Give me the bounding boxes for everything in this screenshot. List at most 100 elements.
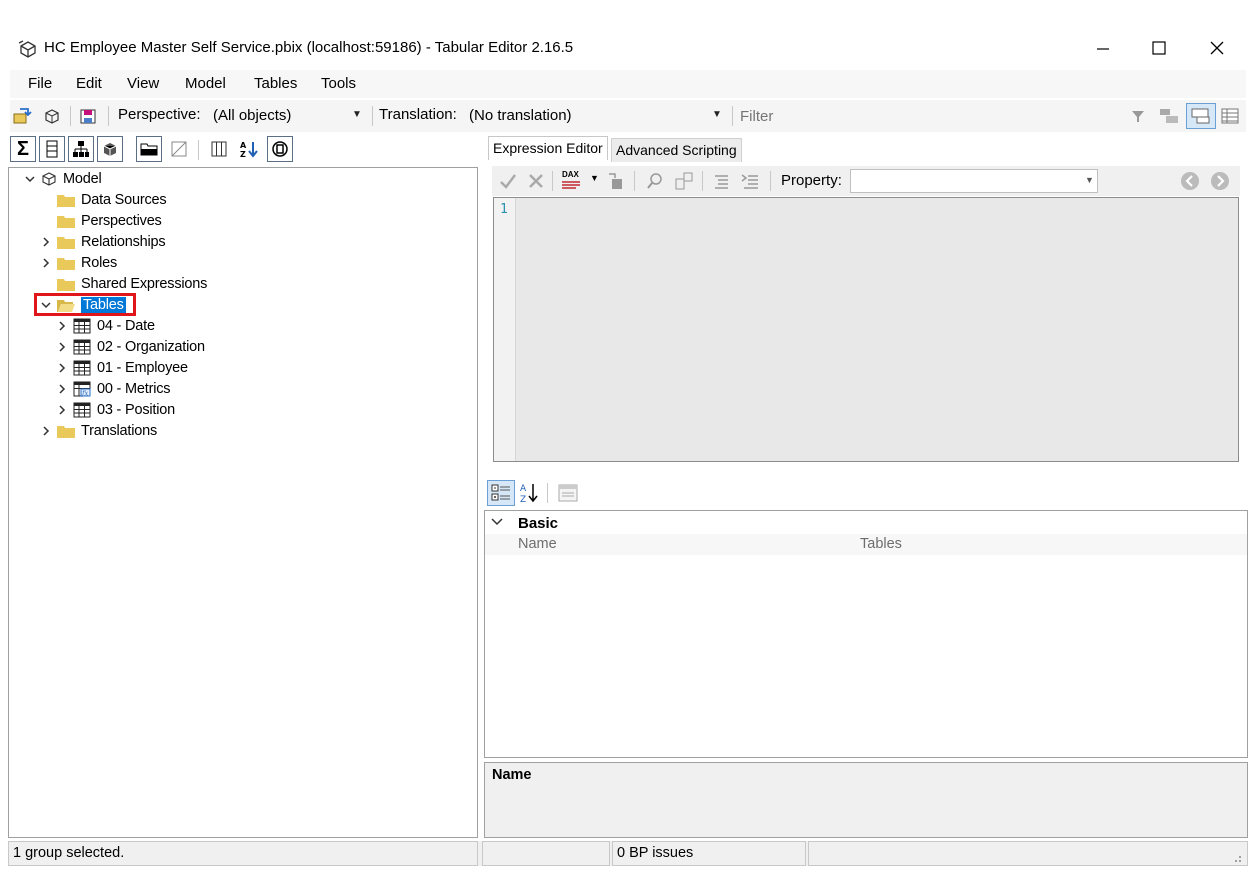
show-tree-icon[interactable] — [1158, 107, 1180, 125]
chevron-right-icon[interactable] — [55, 361, 69, 375]
hidden-objects-icon — [171, 141, 187, 157]
dax-format-button[interactable]: DAX — [560, 170, 586, 192]
folder-icon — [57, 256, 75, 270]
chevron-down-icon[interactable] — [23, 172, 37, 186]
maximize-button[interactable] — [1130, 28, 1188, 68]
svg-text:Z: Z — [520, 495, 526, 504]
chevron-right-icon[interactable] — [39, 424, 53, 438]
perspective-value: (All objects) — [213, 107, 292, 124]
tree-node-perspectives[interactable]: Perspectives — [39, 210, 162, 231]
expression-editor[interactable]: 1 — [493, 197, 1239, 462]
table-icon — [73, 402, 91, 418]
tree-label: 01 - Employee — [97, 359, 188, 376]
model-tree[interactable]: Model Data Sources Perspectives Relation… — [8, 167, 478, 838]
find-icon[interactable] — [646, 172, 664, 190]
menu-edit[interactable]: Edit — [76, 75, 102, 92]
save-model-icon[interactable] — [78, 106, 98, 126]
main-toolbar: Perspective: (All objects) ▼ Translation… — [10, 100, 1246, 132]
deploy-model-icon[interactable] — [42, 106, 62, 126]
menu-view[interactable]: View — [127, 75, 159, 92]
chevron-right-icon[interactable] — [39, 235, 53, 249]
sort-az-icon: AZ — [520, 484, 538, 504]
sort-icon: AZ — [240, 141, 258, 158]
table-icon — [73, 318, 91, 334]
chevron-right-icon[interactable] — [55, 403, 69, 417]
accept-icon[interactable] — [498, 171, 518, 191]
status-bp-issues[interactable]: 0 BP issues — [612, 841, 806, 866]
tree-node-translations[interactable]: Translations — [39, 420, 157, 441]
replace-icon[interactable] — [674, 171, 694, 191]
property-select[interactable]: ▼ — [850, 169, 1098, 193]
tree-label: 00 - Metrics — [97, 380, 171, 397]
filter-input[interactable] — [736, 103, 1116, 129]
indent-icon[interactable] — [606, 171, 624, 191]
show-hierarchies-button[interactable] — [68, 136, 94, 162]
tree-label: Perspectives — [81, 212, 162, 229]
columns-icon — [211, 141, 227, 157]
uncomment-icon[interactable] — [740, 172, 760, 190]
sort-az-button[interactable]: AZ — [236, 136, 262, 162]
show-hidden-button[interactable] — [166, 136, 192, 162]
tab-advanced-scripting[interactable]: Advanced Scripting — [611, 138, 742, 162]
tree-node-shared-expressions[interactable]: Shared Expressions — [39, 273, 207, 294]
perspective-select[interactable]: (All objects) ▼ — [210, 103, 368, 129]
tree-node-roles[interactable]: Roles — [39, 252, 117, 273]
minimize-icon — [1097, 48, 1109, 50]
sort-alphabetical-button[interactable]: AZ — [519, 482, 541, 504]
tree-label: 04 - Date — [97, 317, 155, 334]
tab-expression-editor[interactable]: Expression Editor — [488, 136, 608, 160]
load-model-icon[interactable] — [12, 106, 32, 126]
column-icon — [46, 140, 58, 158]
filter-icon[interactable] — [1130, 108, 1146, 124]
menu-model[interactable]: Model — [185, 75, 226, 92]
folder-icon — [57, 277, 75, 291]
show-info-columns-button[interactable] — [267, 136, 293, 162]
forward-icon[interactable] — [1210, 171, 1230, 191]
chevron-down-icon[interactable] — [491, 516, 503, 528]
menu-tools[interactable]: Tools — [321, 75, 356, 92]
show-measures-button[interactable]: Σ — [10, 136, 36, 162]
tree-toolbar: Σ AZ — [8, 134, 478, 166]
resize-grip-icon[interactable] — [1230, 851, 1242, 863]
tree-node-table-organization[interactable]: 02 - Organization — [55, 336, 205, 357]
tree-node-table-position[interactable]: 03 - Position — [55, 399, 175, 420]
tree-node-relationships[interactable]: Relationships — [39, 231, 166, 252]
comment-icon[interactable] — [712, 172, 730, 190]
tree-node-table-employee[interactable]: 01 - Employee — [55, 357, 188, 378]
show-partitions-button[interactable] — [97, 136, 123, 162]
view-mode-toggle[interactable] — [1186, 103, 1216, 129]
show-columns-button[interactable] — [39, 136, 65, 162]
minimize-button[interactable] — [1074, 28, 1132, 68]
status-info — [808, 841, 1248, 866]
close-button[interactable] — [1188, 28, 1246, 68]
chevron-right-icon[interactable] — [55, 340, 69, 354]
tree-node-table-metrics[interactable]: fx 00 - Metrics — [55, 378, 171, 399]
chevron-right-icon[interactable] — [55, 382, 69, 396]
tree-node-model[interactable]: Model — [23, 168, 102, 189]
category-basic[interactable]: Basic — [485, 513, 1247, 534]
property-grid[interactable]: Basic Name Tables — [484, 510, 1248, 758]
description-title: Name — [492, 767, 532, 783]
tree-node-table-date[interactable]: 04 - Date — [55, 315, 155, 336]
property-row[interactable]: Name Tables — [485, 534, 1247, 555]
back-icon[interactable] — [1180, 171, 1200, 191]
chevron-right-icon[interactable] — [39, 256, 53, 270]
title-bar: HC Employee Master Self Service.pbix (lo… — [0, 28, 1256, 68]
display-folders-button[interactable] — [136, 136, 162, 162]
property-value: Tables — [860, 536, 902, 552]
expression-toolbar: DAX ▼ Property: ▼ — [492, 166, 1240, 196]
column-view-button[interactable] — [206, 136, 232, 162]
menu-tables[interactable]: Tables — [254, 75, 297, 92]
folder-icon — [57, 193, 75, 207]
property-pages-icon[interactable] — [557, 483, 579, 503]
property-name: Name — [518, 536, 557, 552]
menu-bar: File Edit View Model Tables Tools — [10, 70, 1246, 98]
tree-node-data-sources[interactable]: Data Sources — [39, 189, 167, 210]
cancel-icon[interactable] — [526, 171, 546, 191]
translation-select[interactable]: (No translation) ▼ — [466, 103, 726, 129]
categorized-button[interactable] — [487, 480, 515, 506]
chevron-right-icon[interactable] — [55, 319, 69, 333]
chevron-down-icon[interactable]: ▼ — [590, 173, 599, 183]
list-view-icon[interactable] — [1220, 107, 1240, 125]
menu-file[interactable]: File — [28, 75, 52, 92]
